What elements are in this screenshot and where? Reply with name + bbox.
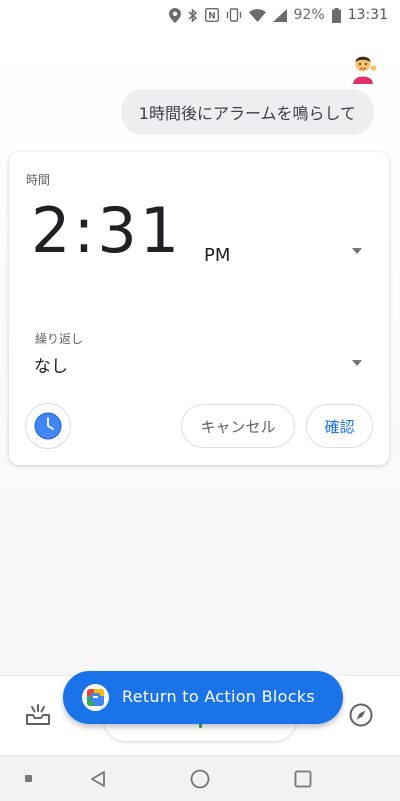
snackbar-label: Return to Action Blocks: [122, 687, 316, 706]
back-icon: [91, 770, 105, 787]
overview-icon: [294, 770, 312, 787]
location-icon: [168, 7, 181, 23]
clock-icon: [34, 412, 62, 440]
overview-button[interactable]: [290, 756, 316, 801]
user-query-bubble[interactable]: 1時間後にアラームを鳴らして: [120, 89, 374, 135]
time-label: 時間: [26, 173, 51, 187]
nfc-icon: N: [204, 8, 219, 22]
alarm-time[interactable]: 2:31: [31, 200, 182, 262]
status-bar: N 92% 13:31: [0, 0, 400, 30]
repeat-dropdown-icon[interactable]: [352, 360, 362, 366]
bluetooth-icon: [188, 7, 197, 23]
explore-compass-icon[interactable]: [348, 702, 374, 728]
system-nav-bar: [0, 755, 400, 801]
updates-inbox-icon[interactable]: [25, 703, 51, 727]
confirm-button[interactable]: 確認: [306, 404, 373, 448]
vibrate-icon: [226, 8, 241, 22]
ampm-value[interactable]: PM: [204, 245, 230, 266]
repeat-label: 繰り返し: [35, 332, 84, 346]
svg-text:N: N: [208, 12, 216, 22]
battery-percent: 92%: [293, 7, 325, 23]
alarm-card: 時間 2:31 PM 繰り返し なし キャンセル 確認: [9, 152, 389, 465]
status-time: 13:31: [347, 7, 388, 23]
repeat-value[interactable]: なし: [34, 352, 68, 377]
signal-icon: [272, 8, 287, 22]
back-button[interactable]: [85, 756, 111, 801]
return-to-action-blocks-button[interactable]: Return to Action Blocks: [63, 671, 343, 724]
action-blocks-icon: [82, 684, 109, 711]
wifi-icon: [248, 8, 266, 22]
recents-dot[interactable]: [18, 756, 38, 801]
home-icon: [190, 769, 210, 788]
cancel-button[interactable]: キャンセル: [181, 404, 295, 448]
user-avatar[interactable]: [346, 50, 380, 84]
time-dropdown-icon[interactable]: [352, 248, 362, 254]
home-button[interactable]: [187, 756, 213, 801]
clock-app-button[interactable]: [26, 404, 70, 448]
battery-icon: [331, 7, 341, 23]
